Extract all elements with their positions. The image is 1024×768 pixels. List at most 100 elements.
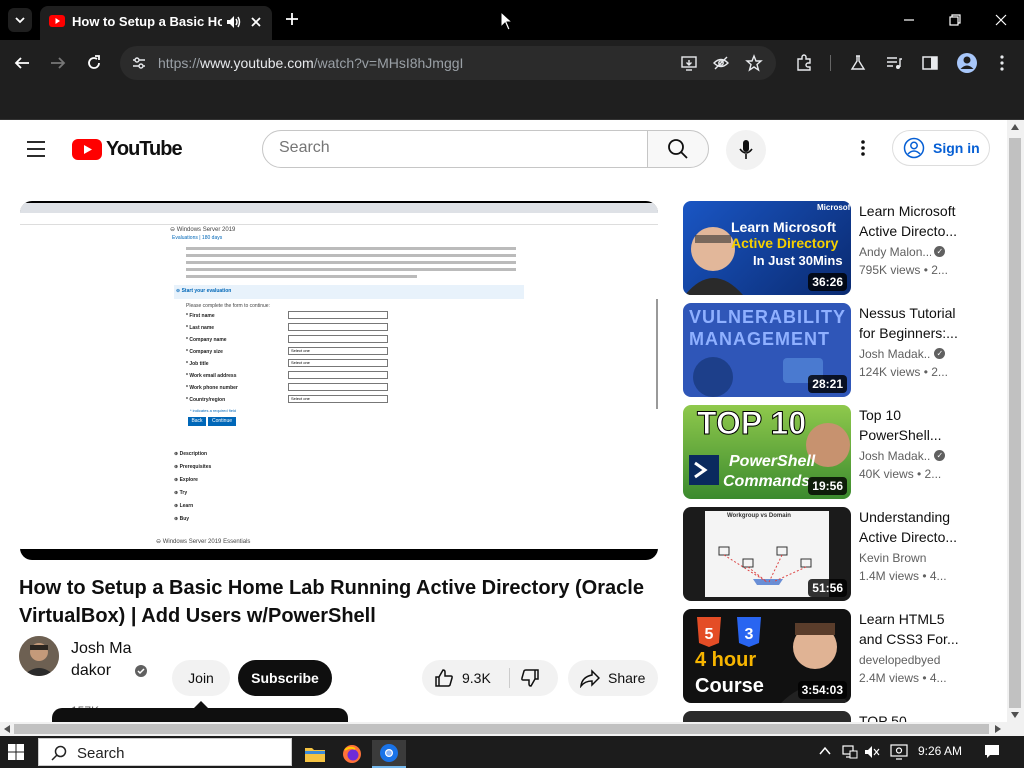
vertical-scroll-thumb[interactable] — [1009, 138, 1021, 708]
profile-avatar-icon[interactable] — [956, 52, 978, 74]
search-input[interactable] — [279, 139, 619, 157]
site-settings-icon[interactable] — [130, 54, 148, 72]
restore-icon[interactable] — [946, 11, 964, 29]
youtube-logo[interactable]: YouTube — [72, 138, 183, 161]
tab-search-button[interactable] — [8, 8, 32, 32]
join-button[interactable]: Join — [172, 660, 230, 696]
dislike-thumb-down-icon[interactable] — [520, 668, 540, 688]
microphone-icon — [739, 140, 753, 159]
windows-taskbar: Search 9:26 AM — [0, 736, 1024, 768]
eye-off-icon[interactable] — [712, 54, 730, 72]
tray-expand-chevron-icon[interactable] — [818, 744, 832, 758]
thumbnail-text: Commands — [723, 473, 811, 490]
channel-link[interactable]: developedbyed — [859, 653, 969, 667]
taskbar-clock[interactable]: 9:26 AM — [918, 744, 962, 758]
video-title-link[interactable]: Learn HTML5 and CSS3 For... — [859, 609, 967, 649]
video-thumbnail[interactable]: 5 3 4 hour Course 3:54:03 — [683, 609, 851, 703]
back-arrow-icon[interactable] — [13, 54, 31, 72]
channel-name[interactable]: Josh Madakor — [71, 638, 133, 682]
sign-in-button[interactable]: Sign in — [892, 130, 990, 166]
channel-link[interactable]: Josh Madak... ✓ — [859, 449, 969, 463]
video-thumbnail[interactable]: Microsoft Learn Microsoft Active Directo… — [683, 201, 851, 295]
minimize-icon[interactable] — [900, 11, 918, 29]
close-tab-icon[interactable] — [248, 14, 264, 30]
video-title-link[interactable]: Learn Microsoft Active Directo... — [859, 201, 967, 241]
reload-icon[interactable] — [85, 54, 103, 72]
extensions-puzzle-icon[interactable] — [795, 54, 813, 72]
bookmark-star-icon[interactable] — [745, 54, 763, 72]
recommended-video[interactable]: VULNERABILITY MANAGEMENT 28:21 Nessus Tu… — [683, 303, 973, 397]
share-button[interactable]: Share — [568, 660, 658, 696]
install-app-icon[interactable] — [680, 54, 698, 72]
like-thumb-up-icon[interactable] — [434, 668, 454, 688]
horizontal-scroll-thumb[interactable] — [14, 724, 989, 734]
verified-check-icon: ✓ — [934, 348, 946, 359]
browser-tab-active[interactable]: How to Setup a Basic Home Lab Running Ac… — [40, 6, 272, 40]
video-title-link[interactable]: Nessus Tutorial for Beginners:... — [859, 303, 967, 343]
voice-search-button[interactable] — [726, 130, 766, 170]
recommended-video[interactable]: TOP 10 PowerShell Commands 19:56 Top 10 … — [683, 405, 973, 499]
taskbar-search-box[interactable]: Search — [38, 738, 292, 766]
scroll-right-arrow-icon[interactable] — [995, 725, 1001, 733]
recommended-video[interactable]: Workgroup vs Domain 51:56 Understanding … — [683, 507, 973, 601]
speaker-icon[interactable] — [224, 13, 242, 31]
thumbnail-text: Learn Microsoft — [731, 219, 837, 235]
browser-toolbar: https://www.youtube.com/watch?v=MHsI8hJm… — [0, 40, 1024, 86]
scroll-left-arrow-icon[interactable] — [4, 725, 10, 733]
close-window-icon[interactable] — [992, 11, 1010, 29]
screen-paragraph — [186, 247, 516, 287]
chevron-down-icon — [15, 17, 25, 24]
horizontal-scrollbar[interactable] — [0, 722, 1007, 736]
media-queue-icon[interactable] — [885, 54, 903, 72]
browser-tab-bar: How to Setup a Basic Home Lab Running Ac… — [0, 0, 1024, 40]
video-player[interactable]: ⊖ Windows Server 2019 Evaluations | 180 … — [20, 201, 658, 560]
forward-arrow-icon[interactable] — [49, 54, 67, 72]
screen-section-title: ⊖ Windows Server 2019 — [170, 227, 236, 233]
hamburger-menu-icon[interactable] — [26, 140, 46, 158]
video-thumbnail[interactable]: TOP 10 PowerShell Commands 19:56 — [683, 405, 851, 499]
windows-start-icon[interactable] — [8, 744, 24, 760]
network-icon[interactable] — [842, 744, 858, 760]
thumbnail-text: Course — [695, 675, 764, 697]
screen-list-item: ⊕ Try — [174, 490, 188, 496]
channel-link[interactable]: Kevin Brown — [859, 551, 969, 565]
verified-check-icon — [135, 665, 147, 677]
recommended-video[interactable]: Microsoft Learn Microsoft Active Directo… — [683, 201, 973, 295]
chrome-icon — [380, 744, 398, 762]
screen-list-item: ⊕ Buy — [174, 516, 190, 522]
video-meta: 795K views • 2... — [859, 263, 948, 277]
video-thumbnail[interactable]: VULNERABILITY MANAGEMENT 28:21 — [683, 303, 851, 397]
channel-avatar[interactable] — [19, 636, 59, 676]
new-tab-plus-icon[interactable] — [282, 9, 302, 29]
youtube-favicon-icon — [49, 15, 65, 27]
taskbar-search-label: Search — [77, 745, 125, 762]
channel-link[interactable]: Josh Madak... ✓ — [859, 347, 969, 361]
chrome-app-active[interactable] — [372, 740, 406, 768]
side-panel-icon[interactable] — [921, 54, 939, 72]
firefox-app[interactable] — [336, 740, 368, 768]
search-button[interactable] — [647, 130, 709, 168]
like-count[interactable]: 9.3K — [462, 670, 491, 686]
screen-field-label: * Job title — [186, 361, 209, 367]
scroll-down-arrow-icon[interactable] — [1011, 712, 1019, 718]
browser-menu-icon[interactable] — [993, 54, 1011, 72]
scroll-up-arrow-icon[interactable] — [1011, 124, 1019, 130]
recommended-video[interactable]: 5 3 4 hour Course 3:54:03 Learn HTML5 and… — [683, 609, 973, 703]
video-title-link[interactable]: Understanding Active Directo... — [859, 507, 967, 547]
display-settings-icon[interactable] — [890, 744, 908, 760]
notifications-icon[interactable] — [984, 744, 1000, 760]
search-box[interactable] — [262, 130, 648, 168]
labs-flask-icon[interactable] — [849, 54, 867, 72]
video-thumbnail[interactable]: Workgroup vs Domain 51:56 — [683, 507, 851, 601]
verified-check-icon: ✓ — [934, 246, 946, 257]
channel-link[interactable]: Andy Malon... ✓ — [859, 245, 969, 259]
vertical-scrollbar[interactable] — [1007, 120, 1024, 736]
settings-more-icon[interactable] — [856, 138, 870, 158]
screen-browser-tabs — [20, 203, 658, 213]
file-explorer-app[interactable] — [299, 740, 331, 768]
video-title-link[interactable]: Top 10 PowerShell... — [859, 405, 967, 445]
subscribe-button[interactable]: Subscribe — [238, 660, 332, 696]
folder-icon — [305, 748, 325, 762]
address-bar[interactable]: https://www.youtube.com/watch?v=MHsI8hJm… — [120, 46, 776, 80]
volume-muted-icon[interactable] — [864, 744, 880, 760]
